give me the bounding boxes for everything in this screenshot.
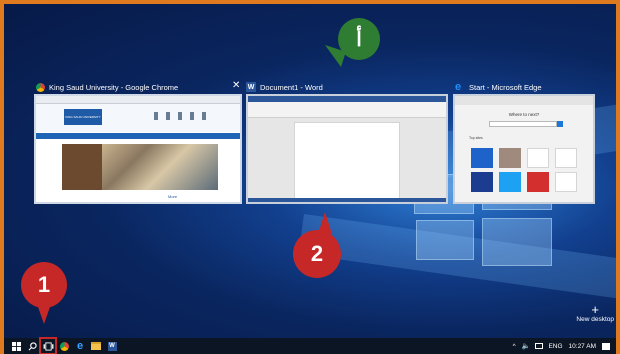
chrome-icon [36, 82, 45, 92]
top-site-tile[interactable] [471, 148, 493, 168]
close-icon[interactable]: ✕ [232, 81, 240, 91]
file-explorer-button[interactable] [88, 338, 104, 354]
word-ribbon [248, 102, 446, 118]
window-title-text: Start - Microsoft Edge [469, 82, 542, 92]
site-header: KING SAUD UNIVERSITY [36, 104, 240, 132]
window-thumbnail-word[interactable] [246, 94, 448, 204]
edge-toolbar [455, 96, 593, 105]
news-panel [62, 144, 102, 190]
banner-text: KING SAUD UNIVERSITY [65, 115, 101, 119]
folder-icon [91, 342, 101, 350]
top-site-tile[interactable] [555, 148, 577, 168]
word-status-bar [248, 198, 446, 202]
wallpaper-window-pane [482, 218, 552, 266]
window-thumbnail-chrome[interactable]: KING SAUD UNIVERSITY More [34, 94, 242, 204]
university-logo: KING SAUD UNIVERSITY [64, 109, 102, 125]
word-icon: W [107, 341, 117, 351]
edge-search-box[interactable] [489, 121, 557, 127]
word-page [294, 122, 400, 200]
new-desktop-label: New desktop [576, 316, 614, 323]
task-view-button[interactable] [39, 337, 57, 354]
annotation-badge-1: 1 [21, 262, 67, 308]
window-title-text: Document1 - Word [260, 82, 323, 92]
taskbar: e W ^ 🔈 ENG 10:27 AM [4, 337, 616, 354]
browser-toolbar [36, 96, 240, 104]
search-button[interactable] [24, 338, 40, 354]
plus-icon: + [591, 302, 599, 317]
edge-section-label: Top sites [469, 136, 483, 140]
top-site-tile[interactable] [527, 172, 549, 192]
top-site-tile[interactable] [555, 172, 577, 192]
window-title-edge[interactable]: e Start - Microsoft Edge [455, 80, 542, 94]
action-center-icon[interactable] [602, 342, 610, 350]
start-button[interactable] [8, 338, 24, 354]
network-icon[interactable] [535, 343, 544, 349]
site-nav-bar [36, 133, 240, 139]
new-desktop-button[interactable]: + New desktop [576, 302, 614, 323]
annotation-badge-2: 2 [293, 230, 341, 278]
window-title-chrome[interactable]: King Saud University - Google Chrome [36, 80, 178, 94]
clock[interactable]: 10:27 AM [569, 343, 596, 350]
language-indicator[interactable]: ENG [548, 343, 562, 350]
windows-logo-icon [11, 341, 21, 351]
annotation-pointer-2 [318, 212, 332, 234]
show-hidden-icons[interactable]: ^ [513, 343, 516, 350]
edge-prompt: Where to next? [508, 112, 540, 117]
chrome-icon [59, 341, 69, 351]
edge-icon: e [455, 81, 462, 93]
word-icon: W [246, 82, 256, 92]
search-icon [28, 341, 37, 350]
top-site-tile[interactable] [527, 148, 549, 168]
header-icons [154, 112, 210, 120]
wallpaper-window-pane [416, 220, 474, 260]
edge-search-button[interactable] [557, 121, 563, 127]
top-site-tile[interactable] [499, 172, 521, 192]
volume-icon[interactable]: 🔈 [522, 342, 531, 350]
more-link[interactable]: More [168, 194, 177, 199]
top-site-tile[interactable] [471, 172, 493, 192]
chrome-taskbar-button[interactable] [56, 338, 72, 354]
campus-photo [102, 144, 218, 190]
window-title-text: King Saud University - Google Chrome [49, 82, 179, 92]
edge-taskbar-button[interactable]: e [72, 338, 88, 354]
word-taskbar-button[interactable]: W [104, 338, 120, 354]
window-title-word[interactable]: W Document1 - Word [246, 80, 323, 94]
window-thumbnail-edge[interactable]: Where to next? Top sites [453, 94, 595, 204]
edge-icon: e [76, 340, 84, 352]
top-site-tile[interactable] [499, 148, 521, 168]
annotation-pointer-1 [37, 304, 51, 324]
task-view-icon [43, 341, 53, 351]
